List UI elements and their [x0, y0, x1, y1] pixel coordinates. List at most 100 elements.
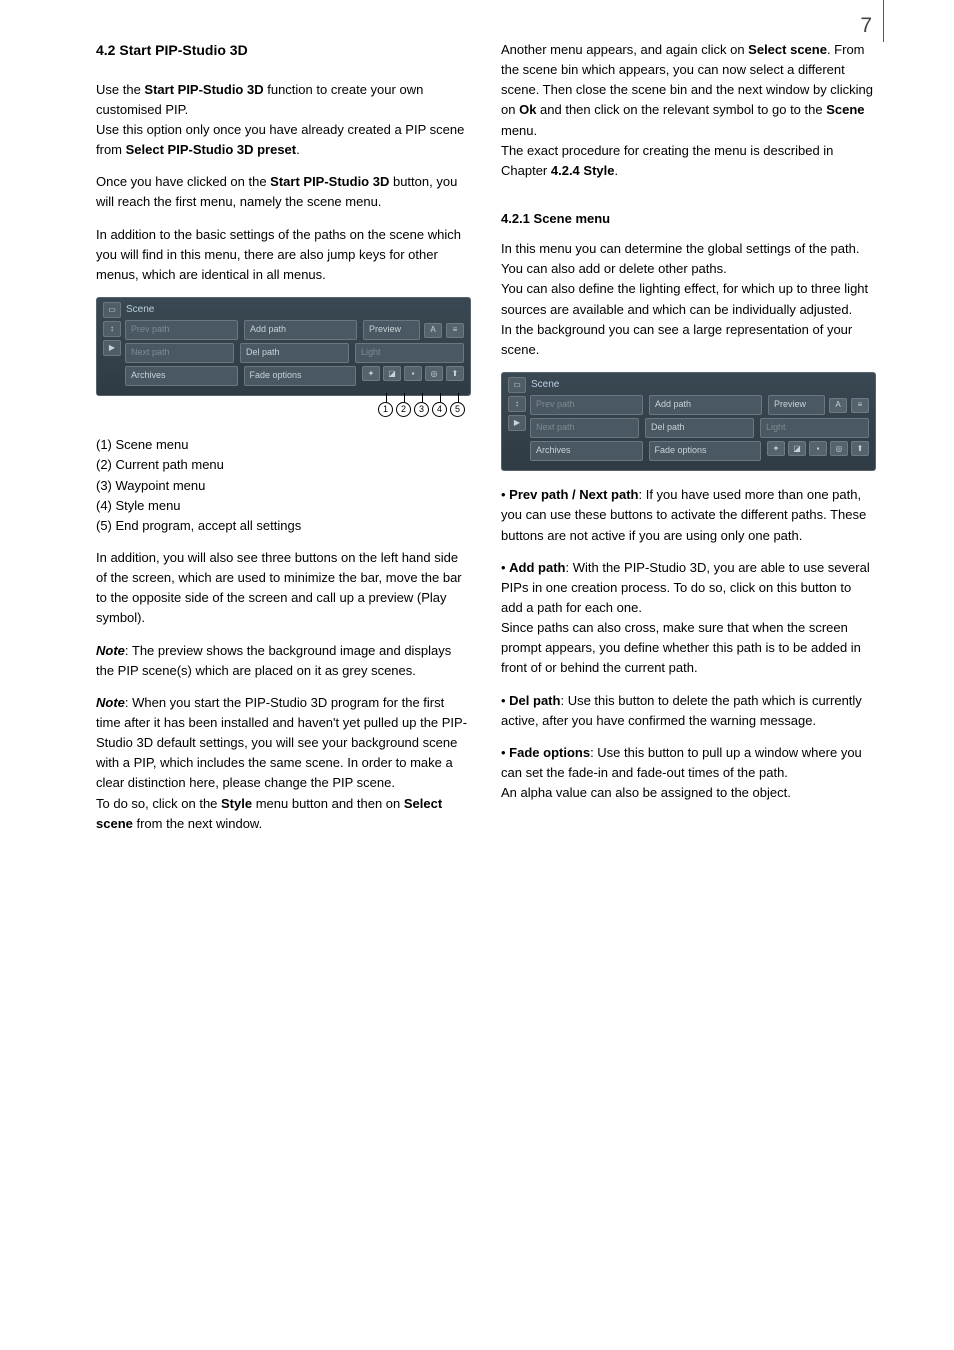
- menu-icon: ≡: [446, 323, 464, 338]
- bold: Fade options: [509, 745, 590, 760]
- move-icon: ↕: [103, 321, 121, 337]
- nav-icon-3: ▪: [404, 366, 422, 381]
- text: menu.: [501, 123, 537, 138]
- callout-3: 3: [414, 402, 429, 417]
- para: In addition, you will also see three but…: [96, 548, 471, 629]
- panel-title: Scene: [530, 377, 869, 393]
- bold: Scene: [826, 102, 864, 117]
- nav-icon-1: ✦: [767, 441, 785, 456]
- minimize-icon: ▭: [103, 302, 121, 318]
- archives-button: Archives: [530, 441, 643, 461]
- text: menu button and then on: [252, 796, 404, 811]
- scene-panel-screenshot: ▭ ↕ ▶ Scene Prev path Add path Preview A…: [96, 297, 471, 396]
- prev-path-button: Prev path: [530, 395, 643, 415]
- nav-icon-2: ◪: [383, 366, 401, 381]
- text: Once you have clicked on the: [96, 174, 270, 189]
- para: Use the Start PIP-Studio 3D function to …: [96, 80, 471, 120]
- para: Another menu appears, and again click on…: [501, 40, 876, 141]
- bullet-para: • Del path: Use this button to delete th…: [501, 691, 876, 731]
- text: Another menu appears, and again click on: [501, 42, 748, 57]
- nav-icon-3: ▪: [809, 441, 827, 456]
- add-path-button: Add path: [649, 395, 762, 415]
- del-path-button: Del path: [240, 343, 349, 363]
- nav-icon-4: ◎: [425, 366, 443, 381]
- next-path-button: Next path: [530, 418, 639, 438]
- callout-2: 2: [396, 402, 411, 417]
- preview-button: Preview: [768, 395, 825, 415]
- panel-sidebar: ▭ ↕ ▶: [508, 377, 526, 464]
- nav-icon-4: ◎: [830, 441, 848, 456]
- right-column: Another menu appears, and again click on…: [501, 34, 876, 846]
- light-button: Light: [355, 343, 464, 363]
- bold: Start PIP-Studio 3D: [144, 82, 263, 97]
- bullet: •: [501, 693, 509, 708]
- bullet: •: [501, 487, 509, 502]
- note-para: Note: The preview shows the background i…: [96, 641, 471, 681]
- para: Once you have clicked on the Start PIP-S…: [96, 172, 471, 212]
- para: In addition to the basic settings of the…: [96, 225, 471, 285]
- bold: Prev path / Next path: [509, 487, 638, 502]
- note-para: Note: When you start the PIP-Studio 3D p…: [96, 693, 471, 794]
- text: from the next window.: [133, 816, 262, 831]
- bold: Style: [221, 796, 252, 811]
- archives-button: Archives: [125, 366, 238, 386]
- list-item: (5) End program, accept all settings: [96, 516, 471, 536]
- text: and then click on the relevant symbol to…: [536, 102, 826, 117]
- section-heading: 4.2 Start PIP-Studio 3D: [96, 40, 471, 62]
- play-icon: ▶: [508, 415, 526, 431]
- left-column: 4.2 Start PIP-Studio 3D Use the Start PI…: [96, 34, 471, 846]
- para: An alpha value can also be assigned to t…: [501, 783, 876, 803]
- para: Use this option only once you have alrea…: [96, 120, 471, 160]
- text: .: [296, 142, 300, 157]
- scene-panel-screenshot-2: ▭ ↕ ▶ Scene Prev path Add path Preview A…: [501, 372, 876, 471]
- bullet-para: • Fade options: Use this button to pull …: [501, 743, 876, 783]
- para: Since paths can also cross, make sure th…: [501, 618, 876, 678]
- bold: Add path: [509, 560, 565, 575]
- bullet: •: [501, 745, 509, 760]
- list-item: (1) Scene menu: [96, 435, 471, 455]
- nav-icon-5: ⬆: [851, 441, 869, 456]
- fade-options-button: Fade options: [244, 366, 357, 386]
- panel-title: Scene: [125, 302, 464, 318]
- play-icon: ▶: [103, 340, 121, 356]
- next-path-button: Next path: [125, 343, 234, 363]
- text: Use the: [96, 82, 144, 97]
- corner-rule: [883, 0, 884, 42]
- list-item: (4) Style menu: [96, 496, 471, 516]
- para: In this menu you can determine the globa…: [501, 239, 876, 279]
- para: In the background you can see a large re…: [501, 320, 876, 360]
- move-icon: ↕: [508, 396, 526, 412]
- menu-icon: ≡: [851, 398, 869, 413]
- text: : The preview shows the background image…: [96, 643, 451, 678]
- note-label: Note: [96, 695, 125, 710]
- bullet-para: • Add path: With the PIP-Studio 3D, you …: [501, 558, 876, 618]
- fade-options-button: Fade options: [649, 441, 762, 461]
- text: .: [614, 163, 618, 178]
- para: To do so, click on the Style menu button…: [96, 794, 471, 834]
- callout-1: 1: [378, 402, 393, 417]
- list-item: (3) Waypoint menu: [96, 476, 471, 496]
- bold: Start PIP-Studio 3D: [270, 174, 389, 189]
- light-button: Light: [760, 418, 869, 438]
- nav-icon-5: ⬆: [446, 366, 464, 381]
- callout-4: 4: [432, 402, 447, 417]
- bold: Del path: [509, 693, 560, 708]
- content-columns: 4.2 Start PIP-Studio 3D Use the Start PI…: [96, 34, 876, 846]
- panel-main: Scene Prev path Add path Preview A ≡ Nex…: [530, 377, 869, 464]
- nav-icon-2: ◪: [788, 441, 806, 456]
- bullet-para: • Prev path / Next path: If you have use…: [501, 485, 876, 545]
- panel-main: Scene Prev path Add path Preview A ≡ Nex…: [125, 302, 464, 389]
- callout-numbers: 1 2 3 4 5: [96, 402, 471, 417]
- bold: 4.2.4 Style: [551, 163, 615, 178]
- para: The exact procedure for creating the men…: [501, 141, 876, 181]
- a-icon: A: [424, 323, 442, 338]
- a-icon: A: [829, 398, 847, 413]
- bold: Select scene: [748, 42, 827, 57]
- subsection-heading: 4.2.1 Scene menu: [501, 209, 876, 229]
- callout-5: 5: [450, 402, 465, 417]
- bullet: •: [501, 560, 509, 575]
- note-label: Note: [96, 643, 125, 658]
- add-path-button: Add path: [244, 320, 357, 340]
- bold: Select PIP-Studio 3D preset: [126, 142, 297, 157]
- preview-button: Preview: [363, 320, 420, 340]
